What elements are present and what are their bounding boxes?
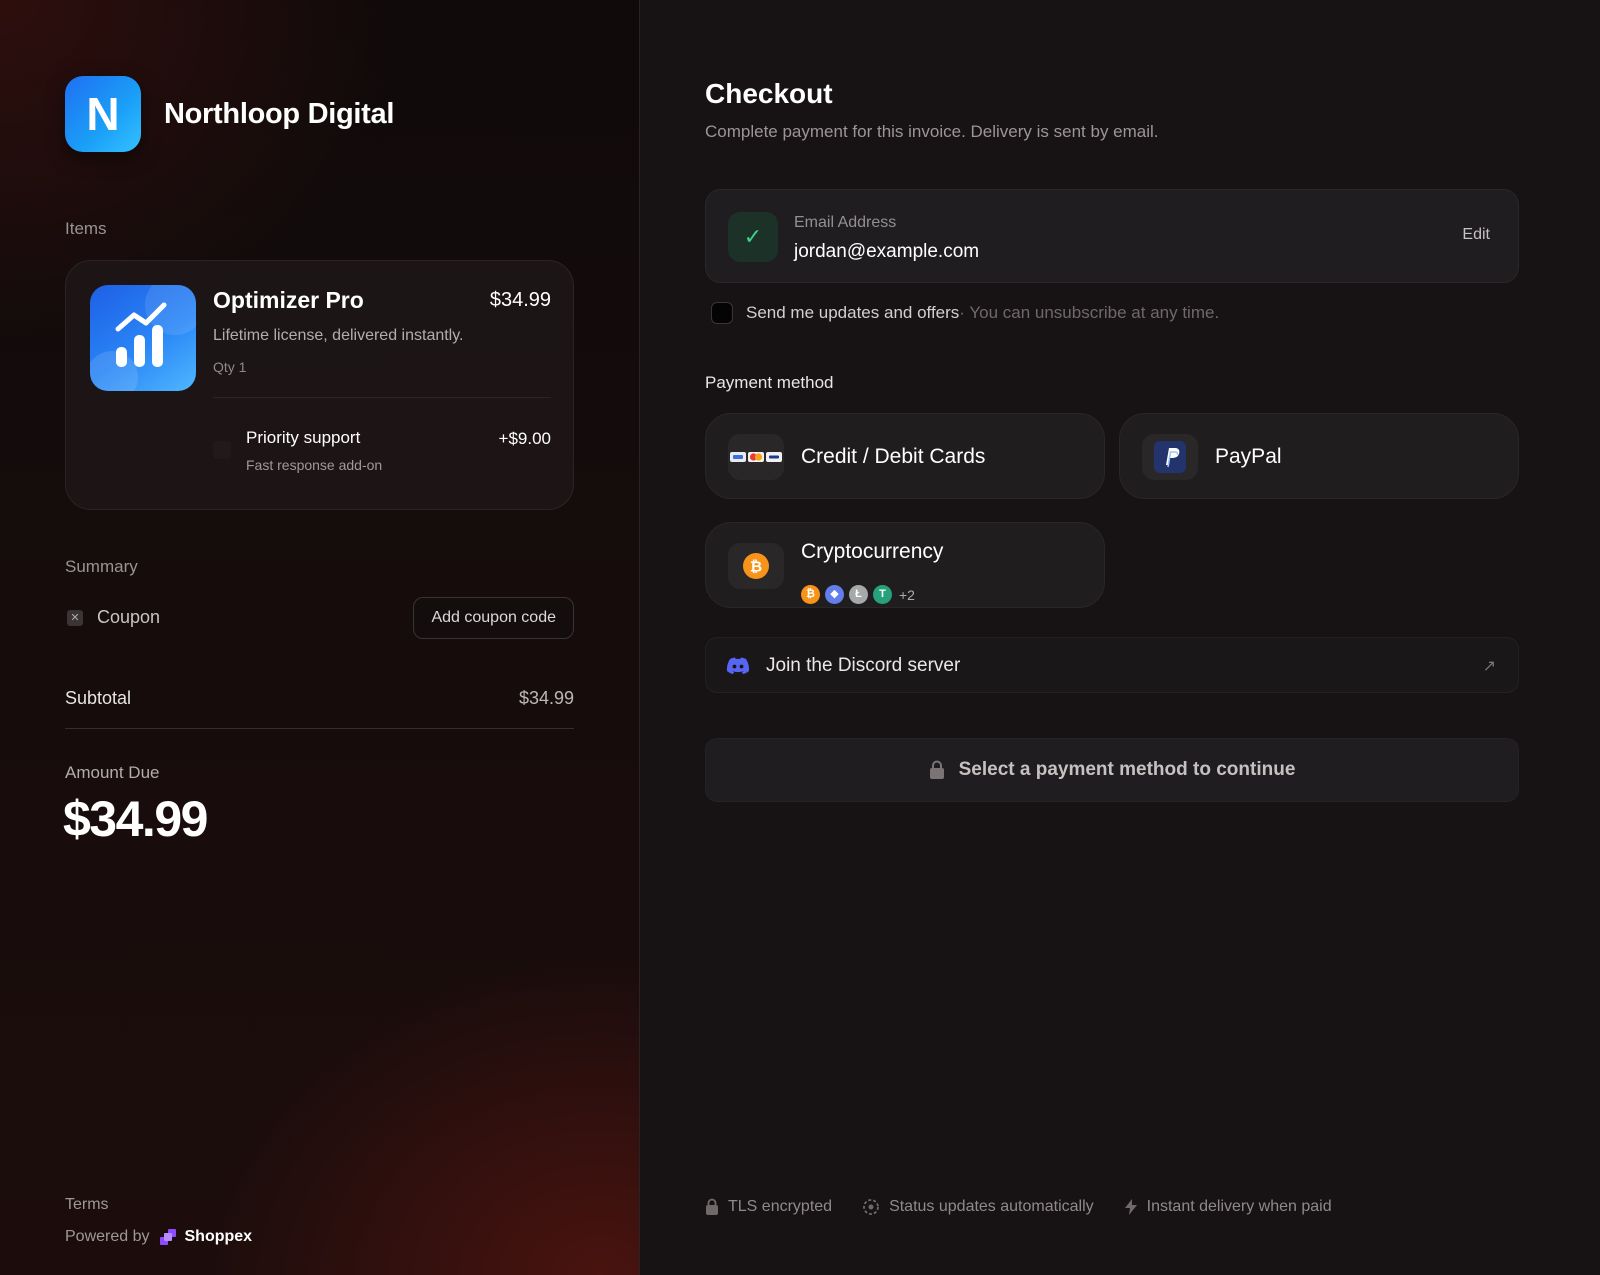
svg-text:₿: ₿	[750, 558, 762, 576]
continue-button-label: Select a payment method to continue	[958, 759, 1296, 780]
discord-label: Join the Discord server	[766, 655, 961, 676]
brand-logo-letter: N	[86, 88, 120, 140]
addon-name: Priority support	[246, 428, 361, 447]
powered-by-label: Powered by	[65, 1228, 150, 1245]
chart-icon	[90, 285, 196, 391]
addon-price: +$9.00	[498, 429, 551, 448]
check-icon: ✓	[728, 212, 778, 262]
payment-method-cards[interactable]: Credit / Debit Cards	[705, 413, 1105, 499]
payment-method-name: Credit / Debit Cards	[801, 445, 986, 468]
brand-name: Northloop Digital	[164, 97, 395, 130]
discord-link[interactable]: Join the Discord server ↗	[705, 637, 1519, 693]
coupon-label: Coupon	[97, 607, 161, 627]
bitcoin-coin-icon: ₿	[801, 585, 820, 604]
paypal-icon	[1142, 434, 1198, 480]
more-coins-count: +2	[899, 586, 915, 603]
subtotal-label: Subtotal	[65, 688, 132, 708]
payment-method-crypto[interactable]: ₿ Cryptocurrency ₿ ◆ Ł T +2	[705, 522, 1105, 608]
amount-due-value: $34.99	[63, 791, 208, 847]
refresh-icon	[863, 1199, 879, 1215]
item-card: Optimizer Pro $34.99 Lifetime license, d…	[65, 260, 574, 510]
litecoin-coin-icon: Ł	[849, 585, 868, 604]
status-text: Status updates automatically	[889, 1198, 1094, 1215]
lightning-icon	[1124, 1199, 1137, 1215]
payment-method-name: PayPal	[1215, 445, 1282, 468]
email-label: Email Address	[794, 214, 897, 231]
updates-checkbox[interactable]	[711, 302, 733, 324]
addon-checkbox[interactable]	[213, 441, 231, 459]
payment-method-heading: Payment method	[705, 373, 834, 392]
order-summary-panel: N Northloop Digital Items Optimizer Pro …	[0, 0, 640, 1275]
tether-coin-icon: T	[873, 585, 892, 604]
discord-icon	[726, 657, 750, 674]
ticket-icon: ✕	[67, 610, 83, 626]
subtotal-value: $34.99	[518, 688, 574, 708]
payment-method-paypal[interactable]: PayPal	[1119, 413, 1519, 499]
terms-link[interactable]: Terms	[65, 1196, 109, 1214]
amount-due-label: Amount Due	[65, 763, 160, 782]
delivery-text: Instant delivery when paid	[1146, 1198, 1332, 1215]
checkout-panel: Checkout Complete payment for this invoi…	[640, 0, 1600, 1275]
item-divider	[213, 397, 551, 398]
brand: N Northloop Digital	[65, 76, 394, 152]
trust-footer: TLS encrypted Status updates automatical…	[705, 1198, 1362, 1216]
email-value: jordan@example.com	[794, 241, 980, 262]
powered-by: Powered by Shoppex	[65, 1228, 252, 1246]
payment-method-name: Cryptocurrency	[801, 540, 944, 563]
cards-icon	[728, 434, 784, 480]
updates-optin: Send me updates and offers · You can uns…	[711, 302, 1219, 324]
bitcoin-icon: ₿	[728, 543, 784, 589]
email-card: ✓ Email Address jordan@example.com Edit	[705, 189, 1519, 283]
page-subtitle: Complete payment for this invoice. Deliv…	[705, 122, 1159, 141]
external-link-icon: ↗	[1482, 658, 1496, 675]
ethereum-coin-icon: ◆	[825, 585, 844, 604]
coupon-row: ✕ Coupon Add coupon code	[65, 597, 574, 639]
item-price: $34.99	[489, 289, 551, 311]
page-title: Checkout	[705, 78, 833, 109]
add-coupon-button[interactable]: Add coupon code	[413, 597, 574, 639]
crypto-coin-list: ₿ ◆ Ł T +2	[801, 585, 915, 604]
updates-label[interactable]: Send me updates and offers	[746, 303, 959, 323]
summary-heading: Summary	[65, 557, 138, 576]
items-heading: Items	[65, 219, 107, 238]
delivery-badge: Instant delivery when paid	[1124, 1198, 1332, 1216]
item-name: Optimizer Pro	[213, 287, 364, 313]
item-quantity: Qty 1	[213, 359, 247, 375]
lock-icon	[706, 1198, 718, 1215]
brand-logo: N	[65, 76, 141, 152]
shoppex-logo-icon	[159, 1229, 176, 1245]
tls-badge: TLS encrypted	[705, 1198, 832, 1216]
item-description: Lifetime license, delivered instantly.	[213, 327, 464, 344]
summary-divider	[65, 728, 574, 729]
status-badge: Status updates automatically	[862, 1198, 1094, 1216]
edit-email-button[interactable]: Edit	[1462, 226, 1490, 244]
updates-note: · You can unsubscribe at any time.	[959, 303, 1220, 322]
addon-description: Fast response add-on	[246, 457, 383, 473]
tls-text: TLS encrypted	[728, 1198, 833, 1215]
continue-button[interactable]: Select a payment method to continue	[705, 738, 1519, 802]
lock-icon	[929, 760, 944, 779]
provider-name[interactable]: Shoppex	[185, 1228, 253, 1246]
